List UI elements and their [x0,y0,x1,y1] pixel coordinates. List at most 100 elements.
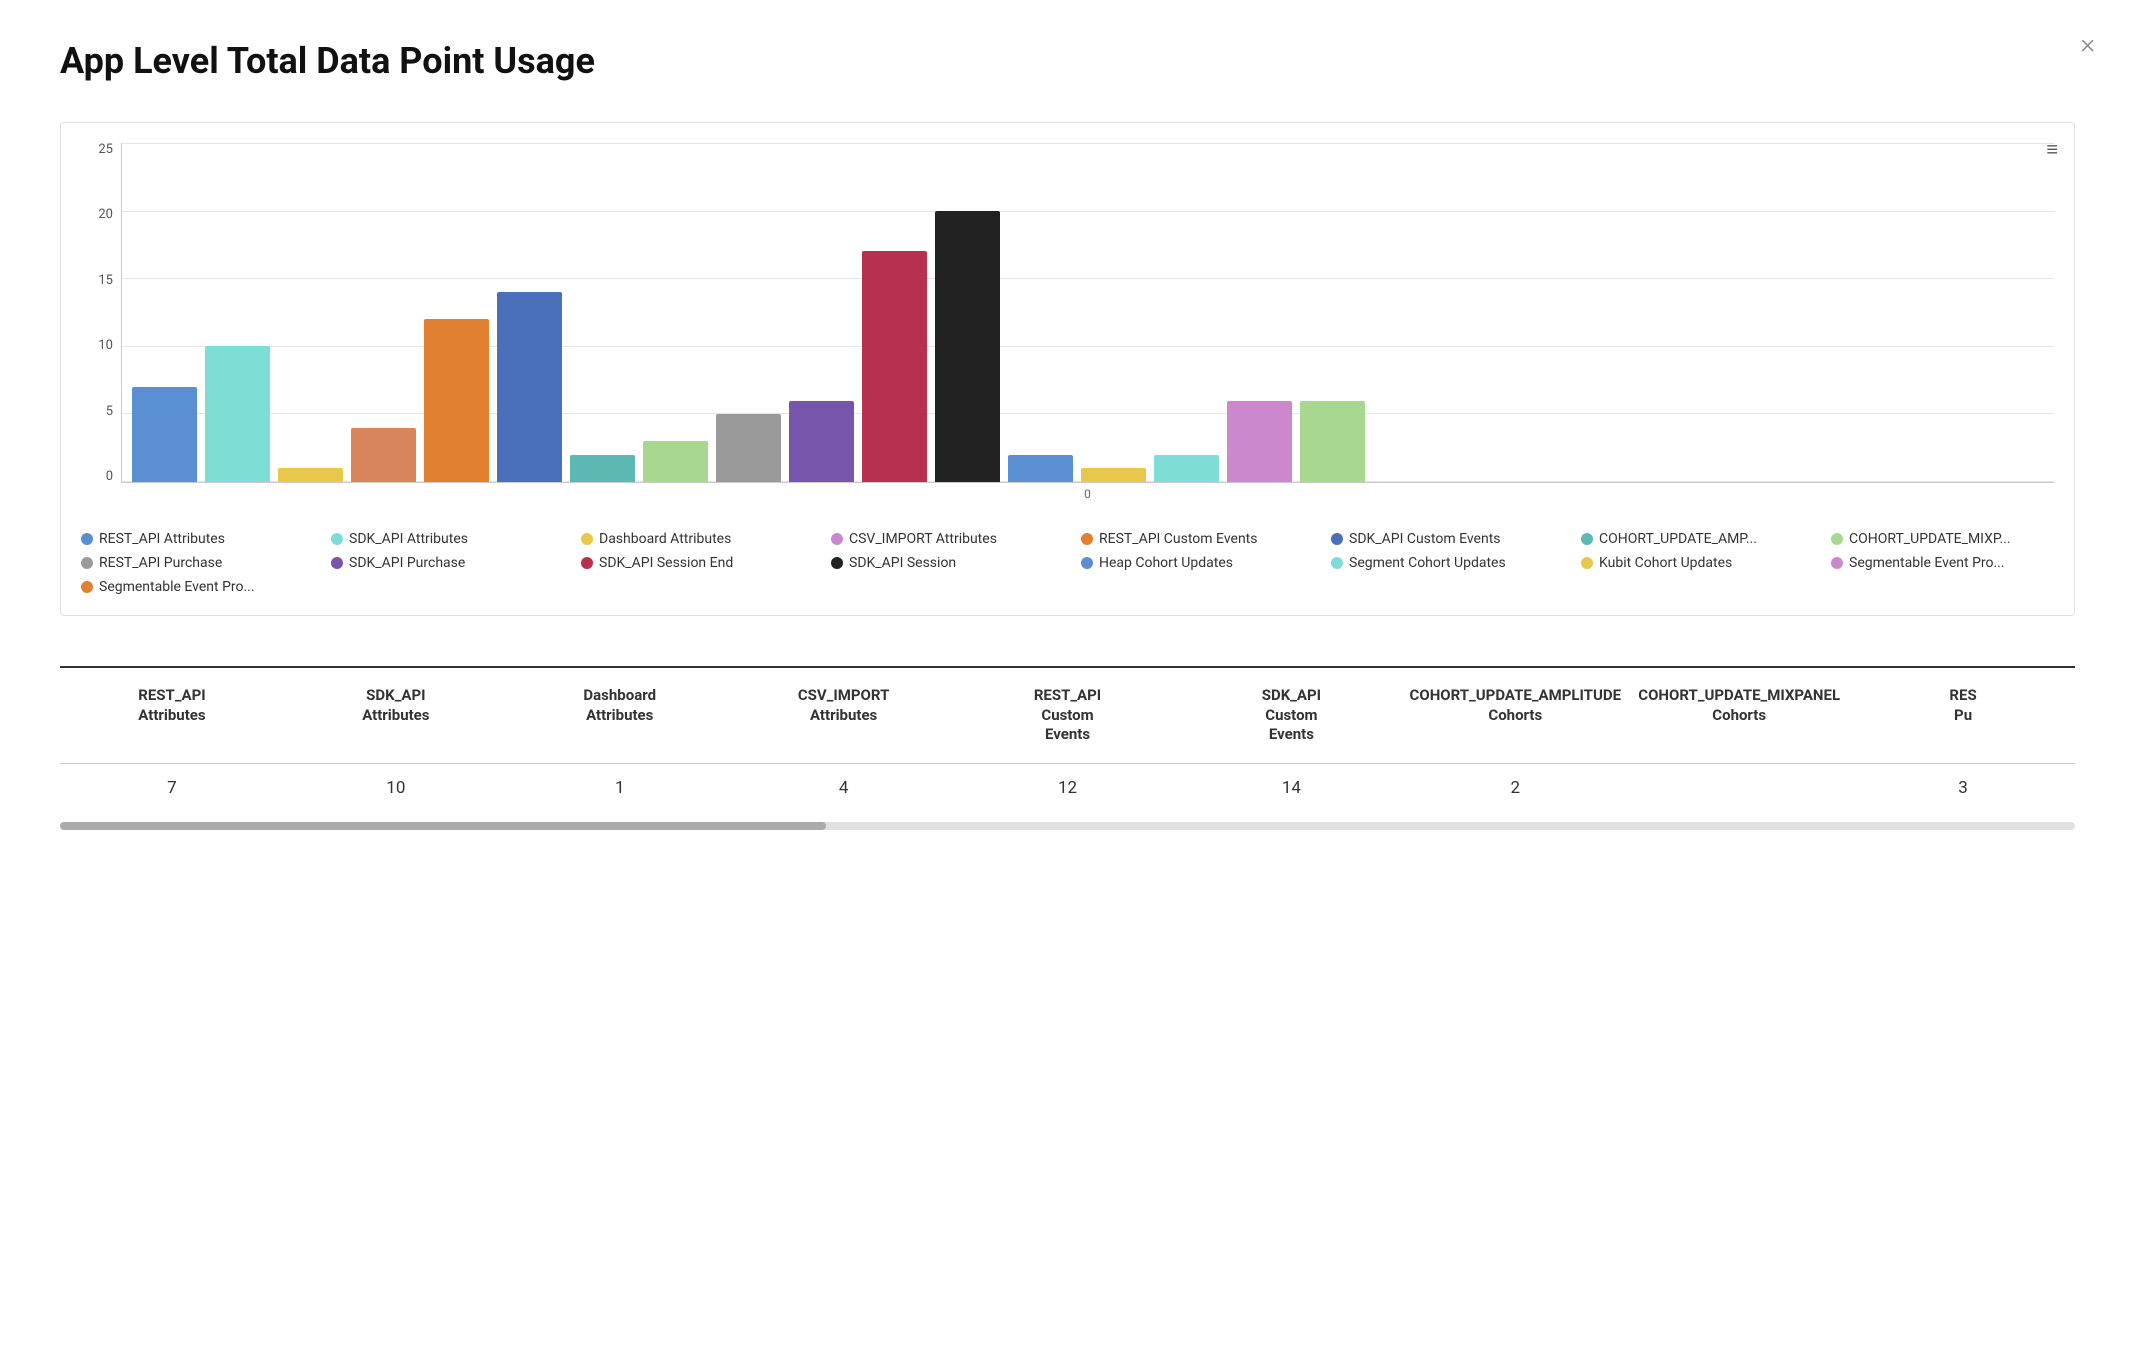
legend-item: COHORT_UPDATE_AMP... [1581,531,1801,547]
chart-area: 0 5 10 15 20 25 [81,143,2054,483]
chart-container: ≡ 0 5 10 15 20 25 0 [60,122,2075,616]
legend-label: SDK_API Attributes [349,531,468,547]
y-label-15: 15 [81,274,121,287]
bar-sdk_api_purchase [789,401,854,482]
legend-item: REST_API Purchase [81,555,301,571]
legend-label: COHORT_UPDATE_AMP... [1599,531,1757,547]
legend-dot [331,557,343,569]
bar-heap_cohort [1008,455,1073,482]
legend-dot [581,533,593,545]
table-col-value: 3 [1851,778,2075,798]
legend-dot [1831,557,1843,569]
legend-dot [81,581,93,593]
table-col-value: 12 [956,778,1180,798]
legend-label: Segmentable Event Pro... [1849,555,2005,571]
legend-dot [1331,533,1343,545]
horizontal-scrollbar[interactable] [60,822,2075,830]
legend-dot [1331,557,1343,569]
legend-item: Segmentable Event Pro... [81,579,301,595]
table-col-header: REST_API Custom Events [956,678,1180,753]
legend: REST_API Attributes SDK_API Attributes Das… [81,521,2054,605]
legend-item: REST_API Attributes [81,531,301,547]
table-col-header: REST_API Attributes [60,678,284,753]
bar-kubit_cohort [1081,468,1146,482]
legend-item: SDK_API Session End [581,555,801,571]
y-axis: 0 5 10 15 20 25 [81,143,121,483]
legend-label: Segmentable Event Pro... [99,579,255,595]
legend-label: Dashboard Attributes [599,531,731,547]
legend-label: Kubit Cohort Updates [1599,555,1732,571]
bar-rest_api_purchase [716,414,781,482]
y-label-5: 5 [81,405,121,418]
scrollbar-thumb[interactable] [60,822,826,830]
legend-item: COHORT_UPDATE_MIXP... [1831,531,2051,547]
legend-item: SDK_API Custom Events [1331,531,1551,547]
table-values-row: 71014121423 [60,764,2075,812]
legend-label: REST_API Attributes [99,531,225,547]
legend-label: CSV_IMPORT Attributes [849,531,997,547]
legend-item: SDK_API Session [831,555,1051,571]
legend-label: SDK_API Session [849,555,956,571]
bar-rest_api_custom [424,319,489,482]
legend-label: COHORT_UPDATE_MIXP... [1849,531,2011,547]
bar-cohort_mixp2 [1300,401,1365,482]
legend-label: Heap Cohort Updates [1099,555,1233,571]
legend-label: REST_API Purchase [99,555,222,571]
page-title: App Level Total Data Point Usage [60,40,2075,82]
legend-item: Kubit Cohort Updates [1581,555,1801,571]
table-col-header: RES Pu [1851,678,2075,753]
bar-sdk_session [935,211,1000,482]
table-col-header: CSV_IMPORT Attributes [732,678,956,753]
table-col-value: 1 [508,778,732,798]
table-col-header: COHORT_UPDATE_MIXPANEL Cohorts [1627,678,1851,753]
legend-label: REST_API Custom Events [1099,531,1257,547]
bar-sdk_api_attr [205,346,270,482]
legend-dot [1581,533,1593,545]
y-label-20: 20 [81,208,121,221]
bar-segment_cohort [1154,455,1219,482]
table-col-value: 14 [1179,778,1403,798]
legend-item: Heap Cohort Updates [1081,555,1301,571]
legend-item: Dashboard Attributes [581,531,801,547]
legend-dot [831,533,843,545]
legend-label: SDK_API Session End [599,555,733,571]
legend-dot [831,557,843,569]
legend-item: REST_API Custom Events [1081,531,1301,547]
legend-dot [581,557,593,569]
close-button[interactable]: × [2080,30,2095,58]
legend-dot [1581,557,1593,569]
table-col-value: 10 [284,778,508,798]
legend-item: Segment Cohort Updates [1331,555,1551,571]
table-col-header: COHORT_UPDATE_AMPLITUDE Cohorts [1403,678,1627,753]
y-label-0: 0 [81,470,121,483]
bar-cohort_amp [570,455,635,482]
legend-label: Segment Cohort Updates [1349,555,1506,571]
bar-csv_import_attr [351,428,416,482]
table-col-value: 7 [60,778,284,798]
legend-dot [81,557,93,569]
legend-label: SDK_API Purchase [349,555,465,571]
bottom-table: REST_API AttributesSDK_API AttributesDas… [60,666,2075,812]
legend-dot [81,533,93,545]
legend-dot [331,533,343,545]
bar-rest_api_attr [132,387,197,482]
y-label-25: 25 [81,143,121,156]
bar-cohort_mix [643,441,708,482]
table-col-header: SDK_API Custom Events [1179,678,1403,753]
bar-dashboard_attr [278,468,343,482]
legend-dot [1081,533,1093,545]
table-col-value: 2 [1403,778,1627,798]
table-header-row: REST_API AttributesSDK_API AttributesDas… [60,668,2075,764]
table-col-header: SDK_API Attributes [284,678,508,753]
x-axis-zero: 0 [81,487,2054,501]
bar-sdk_api_custom [497,292,562,482]
legend-item: CSV_IMPORT Attributes [831,531,1051,547]
legend-item: Segmentable Event Pro... [1831,555,2051,571]
legend-dot [1831,533,1843,545]
legend-dot [1081,557,1093,569]
bar-csv_import_attr2 [1227,401,1292,482]
bar-sdk_session_end [862,251,927,482]
y-label-10: 10 [81,339,121,352]
bars-inner [122,143,2054,482]
bars-area [121,143,2054,483]
